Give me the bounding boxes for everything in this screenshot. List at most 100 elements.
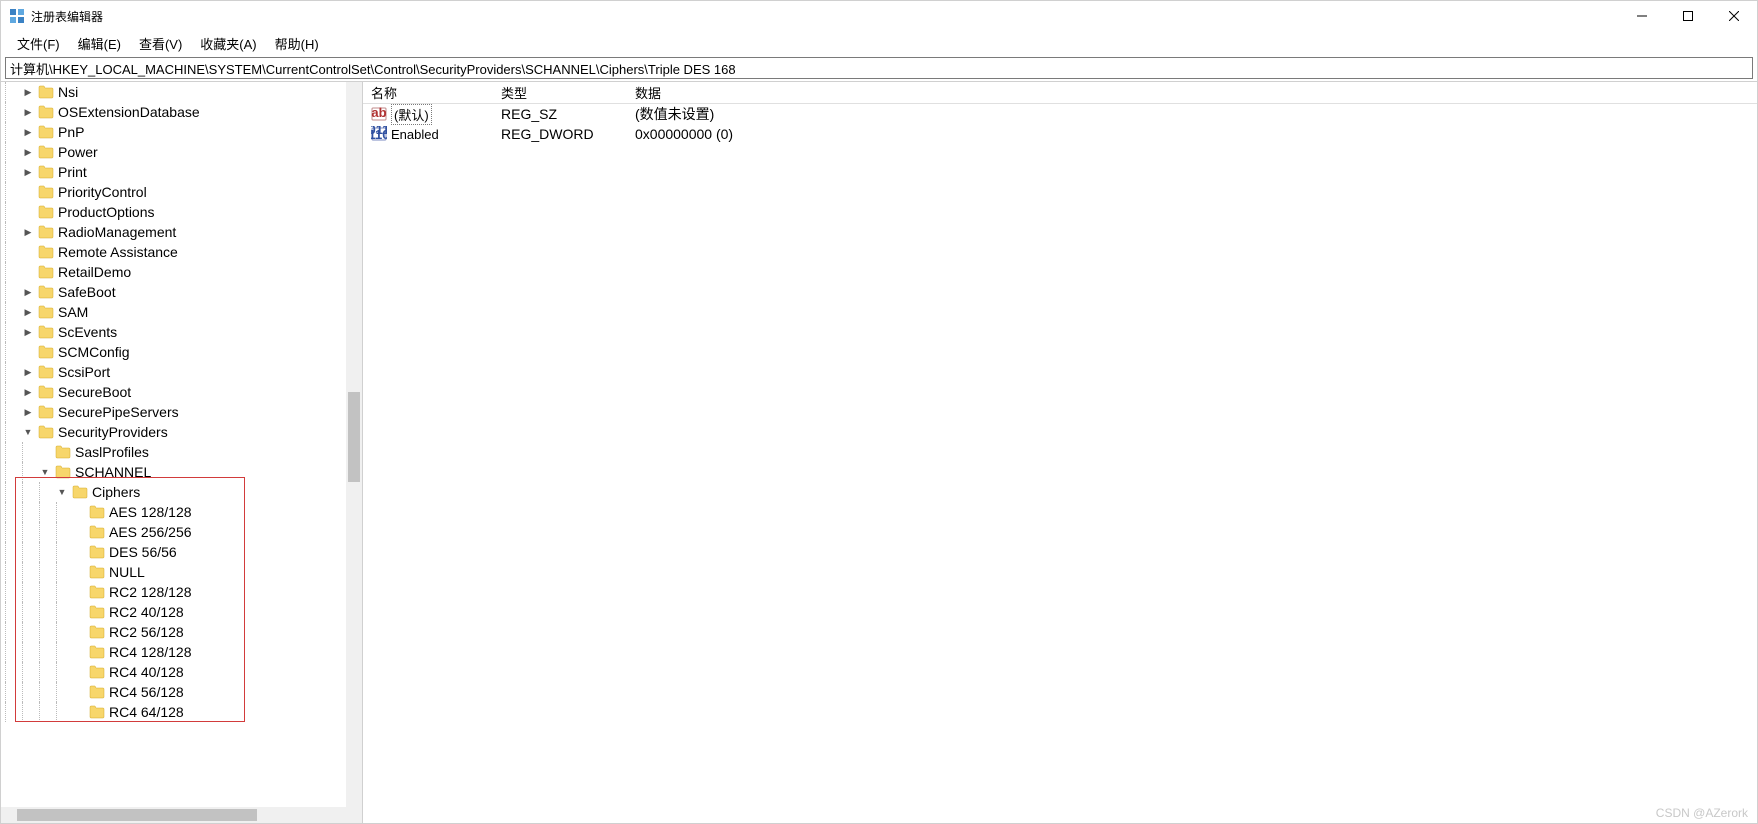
tree-item[interactable]: Remote Assistance [1,242,346,262]
tree-item[interactable]: RC2 40/128 [1,602,346,622]
tree-item[interactable]: ▶Power [1,142,346,162]
tree-item[interactable]: RC4 64/128 [1,702,346,722]
menu-file[interactable]: 文件(F) [9,32,68,55]
expand-icon[interactable]: ▶ [22,166,34,178]
tree-item-label: RC2 40/128 [109,604,184,620]
column-name[interactable]: 名称 [363,83,493,102]
expand-icon[interactable]: ▶ [22,326,34,338]
collapse-icon[interactable]: ▼ [39,466,51,478]
tree-item[interactable]: RC4 40/128 [1,662,346,682]
tree-item[interactable]: NULL [1,562,346,582]
expand-icon[interactable]: ▶ [22,86,34,98]
folder-icon [89,565,105,579]
value-row[interactable]: EnabledREG_DWORD0x00000000 (0) [363,124,1757,144]
tree-view[interactable]: ▶Nsi▶OSExtensionDatabase▶PnP▶Power▶Print… [1,82,346,807]
tree-item[interactable]: ▶ SAM [1,302,346,322]
column-data[interactable]: 数据 [627,83,1527,102]
binary-value-icon [371,126,387,142]
tree-item[interactable]: DES 56/56 [1,542,346,562]
tree-item[interactable]: ▶ PnP [1,122,346,142]
column-type[interactable]: 类型 [493,83,627,102]
folder-icon [38,105,54,119]
folder-icon [38,425,54,439]
expand-icon[interactable]: ▶ [22,406,34,418]
tree-item-label: ScEvents [58,324,117,340]
tree-item[interactable]: PriorityControl [1,182,346,202]
tree-item-label: AES 128/128 [109,504,192,520]
tree-item[interactable]: ▶SecurePipeServers [1,402,346,422]
menu-help[interactable]: 帮助(H) [267,32,327,55]
tree-item-label: AES 256/256 [109,524,192,540]
tree-item-label: SecureBoot [58,384,131,400]
tree-item[interactable]: ▼ SecurityProviders [1,422,346,442]
tree-item[interactable]: ▶ SecureBoot [1,382,346,402]
tree-item[interactable]: ▶ ScsiPort [1,362,346,382]
folder-icon [89,585,105,599]
value-type: REG_SZ [493,106,627,122]
expand-icon[interactable]: ▶ [22,366,34,378]
folder-icon [38,405,54,419]
tree-item[interactable]: ▶Nsi [1,82,346,102]
folder-icon [89,525,105,539]
tree-item[interactable]: RC4 128/128 [1,642,346,662]
expand-icon[interactable]: ▶ [22,386,34,398]
value-name: Enabled [391,127,439,142]
tree-item[interactable]: ▼Ciphers [1,482,346,502]
tree-item[interactable]: AES 128/128 [1,502,346,522]
tree-item[interactable]: RC2 128/128 [1,582,346,602]
tree-item-label: ScsiPort [58,364,110,380]
tree-item-label: RC4 56/128 [109,684,184,700]
tree-item-label: PriorityControl [58,184,147,200]
tree-item-label: OSExtensionDatabase [58,104,200,120]
collapse-icon[interactable]: ▼ [22,426,34,438]
expand-icon[interactable]: ▶ [22,126,34,138]
vertical-scrollbar[interactable] [346,82,362,807]
expand-icon[interactable]: ▶ [22,226,34,238]
collapse-icon[interactable]: ▼ [56,486,68,498]
window-title: 注册表编辑器 [31,8,103,25]
tree-item[interactable]: ProductOptions [1,202,346,222]
tree-item[interactable]: SCMConfig [1,342,346,362]
tree-item-label: DES 56/56 [109,544,177,560]
tree-item[interactable]: ▶RadioManagement [1,222,346,242]
expand-icon[interactable]: ▶ [22,306,34,318]
expand-icon[interactable]: ▶ [22,286,34,298]
menu-view[interactable]: 查看(V) [131,32,190,55]
tree-item[interactable]: RetailDemo [1,262,346,282]
scroll-corner [346,807,362,823]
tree-item[interactable]: SaslProfiles [1,442,346,462]
tree-item-label: Print [58,164,87,180]
tree-item[interactable]: RC2 56/128 [1,622,346,642]
tree-item[interactable]: RC4 56/128 [1,682,346,702]
tree-item-label: SAM [58,304,88,320]
value-row[interactable]: (默认)REG_SZ(数值未设置) [363,104,1757,124]
tree-item[interactable]: ▶SafeBoot [1,282,346,302]
folder-icon [89,705,105,719]
expand-icon[interactable]: ▶ [22,146,34,158]
folder-icon [89,605,105,619]
folder-icon [72,485,88,499]
minimize-button[interactable] [1619,1,1665,31]
tree-item[interactable]: AES 256/256 [1,522,346,542]
tree-item-label: SecurityProviders [58,424,168,440]
menu-edit[interactable]: 编辑(E) [70,32,129,55]
folder-icon [55,465,71,479]
tree-item[interactable]: ▼SCHANNEL [1,462,346,482]
app-window: 注册表编辑器 文件(F) 编辑(E) 查看(V) 收藏夹(A) 帮助(H) 计算… [0,0,1758,824]
list-body[interactable]: (默认)REG_SZ(数值未设置)EnabledREG_DWORD0x00000… [363,104,1757,823]
expand-icon[interactable]: ▶ [22,106,34,118]
folder-icon [38,325,54,339]
menu-favorites[interactable]: 收藏夹(A) [192,32,264,55]
titlebar: 注册表编辑器 [1,1,1757,31]
folder-icon [38,285,54,299]
tree-item-label: PnP [58,124,84,140]
close-button[interactable] [1711,1,1757,31]
tree-item[interactable]: ▶ Print [1,162,346,182]
tree-item[interactable]: ▶ OSExtensionDatabase [1,102,346,122]
folder-icon [38,225,54,239]
maximize-button[interactable] [1665,1,1711,31]
address-bar[interactable]: 计算机\HKEY_LOCAL_MACHINE\SYSTEM\CurrentCon… [5,57,1753,79]
folder-icon [38,145,54,159]
horizontal-scrollbar[interactable] [1,807,346,823]
tree-item[interactable]: ▶ ScEvents [1,322,346,342]
